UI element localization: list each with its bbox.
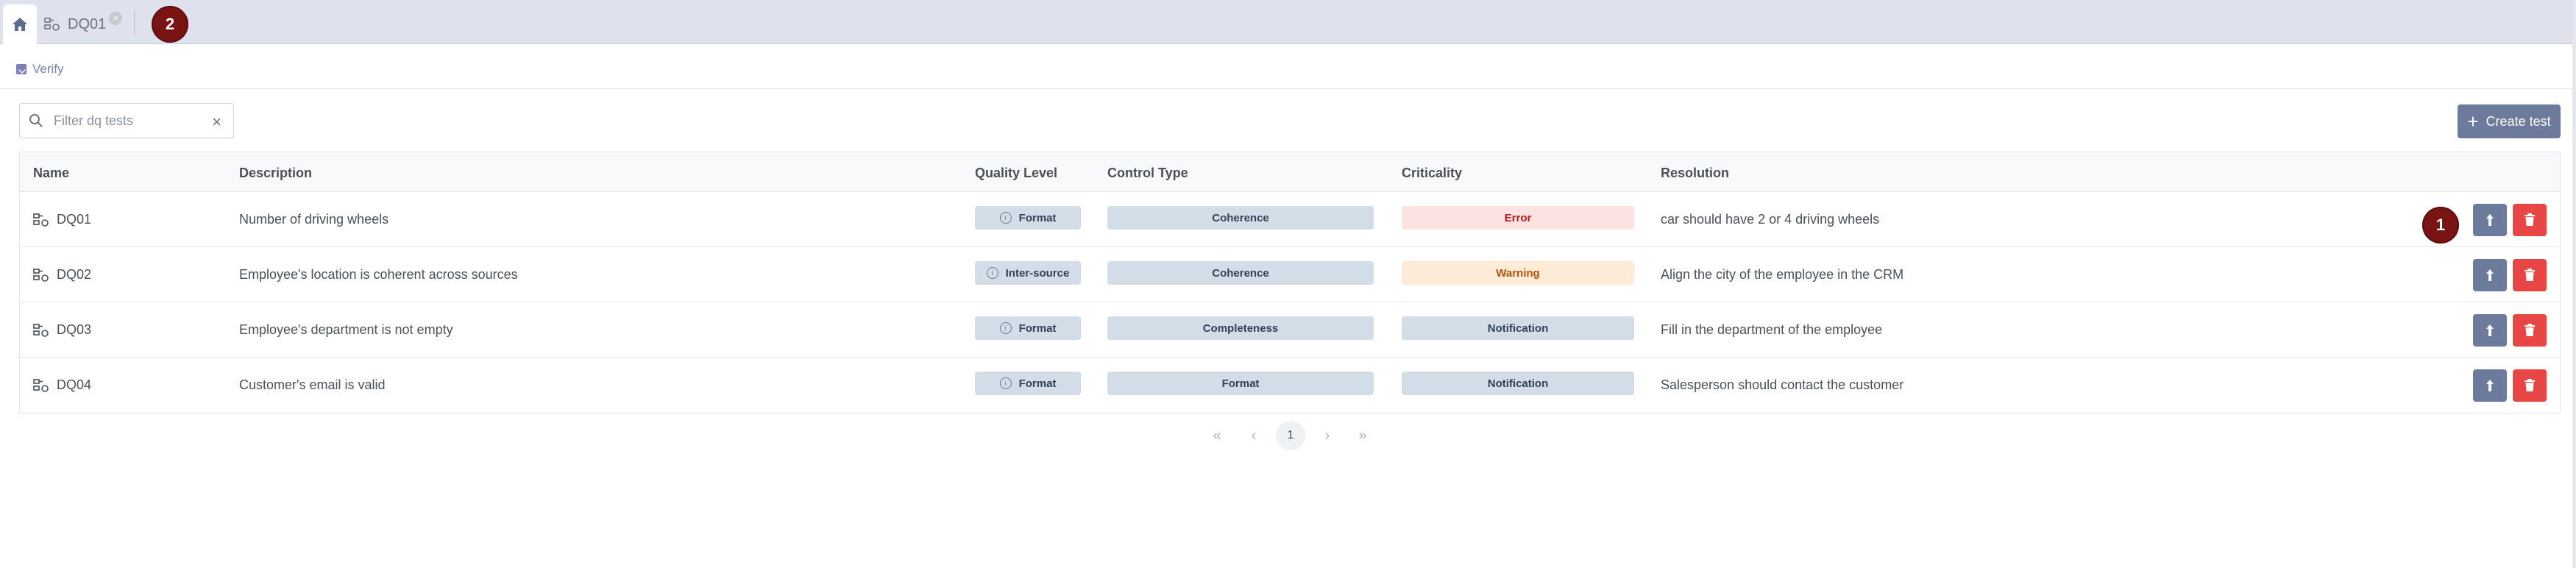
criticality-badge: Error: [1402, 206, 1634, 230]
arrow-up-icon: [2486, 269, 2494, 281]
trash-icon: [2524, 379, 2535, 391]
header-name[interactable]: Name: [33, 166, 69, 181]
test-name[interactable]: DQ03: [57, 322, 91, 338]
criticality-badge: Warning: [1402, 261, 1634, 285]
resolution-cell: car should have 2 or 4 driving wheels: [1661, 212, 1880, 227]
delete-test-button[interactable]: [2513, 314, 2547, 347]
table-header: Name Description Quality Level Control T…: [20, 152, 2560, 192]
open-test-button[interactable]: [2473, 204, 2507, 236]
delete-test-button[interactable]: [2513, 204, 2547, 236]
control-type-badge: Format: [1107, 372, 1374, 395]
quality-level-badge: i Format: [975, 206, 1081, 230]
quality-level-badge: i Format: [975, 316, 1081, 340]
test-name[interactable]: DQ02: [57, 267, 91, 283]
description-cell: Employee's department is not empty: [239, 322, 453, 337]
prev-page-button[interactable]: ‹: [1239, 421, 1269, 450]
criticality-badge: Notification: [1402, 372, 1634, 395]
delete-test-button[interactable]: [2513, 259, 2547, 291]
description-cell: Number of driving wheels: [239, 212, 389, 227]
scrollbar-track[interactable]: [2572, 0, 2576, 568]
arrow-up-icon: [2486, 324, 2494, 336]
dq-test-icon: [33, 268, 49, 282]
dq-test-icon: [33, 213, 49, 227]
annotation-marker-2: 2: [152, 6, 188, 43]
name-cell: DQ03: [33, 322, 91, 338]
trash-icon: [2524, 213, 2535, 226]
tab-home[interactable]: [3, 4, 37, 44]
plus-icon: +: [2467, 110, 2479, 132]
delete-test-button[interactable]: [2513, 369, 2547, 402]
breadcrumb[interactable]: Verify: [16, 62, 64, 77]
dq-test-icon: [33, 378, 49, 392]
trash-icon: [2524, 269, 2535, 281]
info-icon: i: [999, 377, 1012, 389]
open-test-button[interactable]: [2473, 369, 2507, 402]
paginator: « ‹ 1 › »: [0, 421, 2576, 450]
arrow-up-icon: [2486, 380, 2494, 391]
name-cell: DQ01: [33, 212, 91, 227]
name-cell: DQ02: [33, 267, 91, 283]
tab-bar: DQ01 ×: [0, 0, 2576, 44]
test-name[interactable]: DQ01: [57, 212, 91, 227]
dq-test-icon: [33, 323, 49, 337]
resolution-cell: Fill in the department of the employee: [1661, 322, 1883, 337]
name-cell: DQ04: [33, 377, 91, 393]
info-icon: i: [999, 322, 1012, 334]
arrow-up-icon: [2486, 214, 2494, 226]
first-page-button[interactable]: «: [1202, 421, 1232, 450]
quality-level-badge: i Inter-source: [975, 261, 1081, 285]
info-icon: i: [986, 267, 998, 279]
annotation-marker-1: 1: [2422, 207, 2459, 244]
description-cell: Customer's email is valid: [239, 377, 386, 392]
check-square-icon: [16, 64, 26, 74]
quality-level-label: Format: [1018, 377, 1057, 390]
divider: [0, 88, 2576, 89]
dq-tests-table: Name Description Quality Level Control T…: [19, 152, 2561, 413]
header-criticality[interactable]: Criticality: [1402, 166, 1462, 181]
header-control-type[interactable]: Control Type: [1107, 166, 1188, 181]
table-row[interactable]: DQ04 Customer's email is valid i Format F…: [20, 358, 2560, 413]
open-test-button[interactable]: [2473, 314, 2507, 347]
home-icon: [13, 18, 27, 31]
quality-level-label: Format: [1018, 211, 1057, 224]
header-description[interactable]: Description: [239, 166, 312, 181]
tab-close-button[interactable]: ×: [109, 12, 122, 25]
trash-icon: [2524, 324, 2535, 336]
open-test-button[interactable]: [2473, 259, 2507, 291]
tab-divider: [134, 10, 135, 35]
quality-level-badge: i Format: [975, 372, 1081, 395]
search-input[interactable]: [54, 113, 201, 129]
table-row[interactable]: DQ03 Employee's department is not empty …: [20, 302, 2560, 358]
create-test-label: Create test: [2485, 113, 2551, 129]
page-1-button[interactable]: 1: [1276, 421, 1305, 450]
last-page-button[interactable]: »: [1348, 421, 1377, 450]
header-quality-level[interactable]: Quality Level: [975, 166, 1057, 181]
test-name[interactable]: DQ04: [57, 377, 91, 393]
dq-test-icon: [44, 18, 60, 31]
control-type-badge: Completeness: [1107, 316, 1374, 340]
create-test-button[interactable]: + Create test: [2458, 104, 2561, 138]
resolution-cell: Align the city of the employee in the CR…: [1661, 267, 1904, 282]
criticality-badge: Notification: [1402, 316, 1634, 340]
table-row[interactable]: DQ02 Employee's location is coherent acr…: [20, 247, 2560, 302]
info-icon: i: [999, 212, 1012, 224]
clear-search-button[interactable]: ×: [212, 113, 221, 132]
search-box: ×: [19, 103, 234, 138]
description-cell: Employee's location is coherent across s…: [239, 267, 518, 282]
control-type-badge: Coherence: [1107, 206, 1374, 230]
quality-level-label: Format: [1018, 322, 1057, 335]
control-type-badge: Coherence: [1107, 261, 1374, 285]
table-row[interactable]: DQ01 Number of driving wheels i Format Co…: [20, 192, 2560, 247]
tab-label: DQ01: [68, 15, 107, 32]
quality-level-label: Inter-source: [1005, 266, 1070, 280]
breadcrumb-label: Verify: [32, 62, 64, 76]
search-icon: [29, 114, 43, 127]
resolution-cell: Salesperson should contact the customer: [1661, 377, 1904, 392]
next-page-button[interactable]: ›: [1313, 421, 1342, 450]
header-resolution[interactable]: Resolution: [1661, 166, 1729, 181]
